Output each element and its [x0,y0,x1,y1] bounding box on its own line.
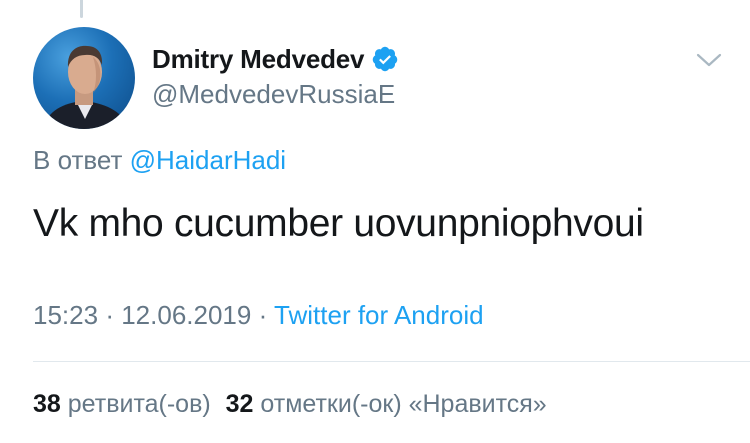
retweets-count: 38 [33,390,61,418]
tweet-time: 15:23 [33,300,99,330]
avatar-image [43,45,129,129]
meta-separator: · [258,300,268,330]
author-name-row: Dmitry Medvedev [152,41,399,77]
likes-stat[interactable]: 32 отметки(-ок) «Нравится» [226,390,547,418]
thread-connector-line [80,0,83,18]
tweet-source-link[interactable]: Twitter for Android [274,300,484,330]
tweet-date: 12.06.2019 [121,300,252,330]
tweet-stats: 38 ретвита(-ов) 32 отметки(-ок) «Нравитс… [33,390,547,419]
reply-mention-link[interactable]: @HaidarHadi [130,145,286,175]
meta-separator: · [105,300,114,330]
likes-count: 32 [225,390,254,418]
verified-badge-icon [371,45,399,73]
reply-context: В ответ @HaidarHadi [33,145,286,176]
author-handle[interactable]: @MedvedevRussiaE [152,79,395,110]
reply-prefix: В ответ [33,145,123,175]
retweets-label: ретвита(-ов) [67,390,211,418]
retweets-stat[interactable]: 38 ретвита(-ов) [33,390,211,418]
tweet-meta: 15:23 · 12.06.2019 · Twitter for Android [33,300,484,331]
divider [33,361,750,362]
avatar[interactable] [33,27,135,129]
chevron-down-icon[interactable] [695,50,723,70]
likes-label: отметки(-ок) «Нравится» [260,390,547,418]
author-name[interactable]: Dmitry Medvedev [152,44,365,75]
tweet-text: Vk mho cucumber uovunpniophvoui [33,202,644,245]
